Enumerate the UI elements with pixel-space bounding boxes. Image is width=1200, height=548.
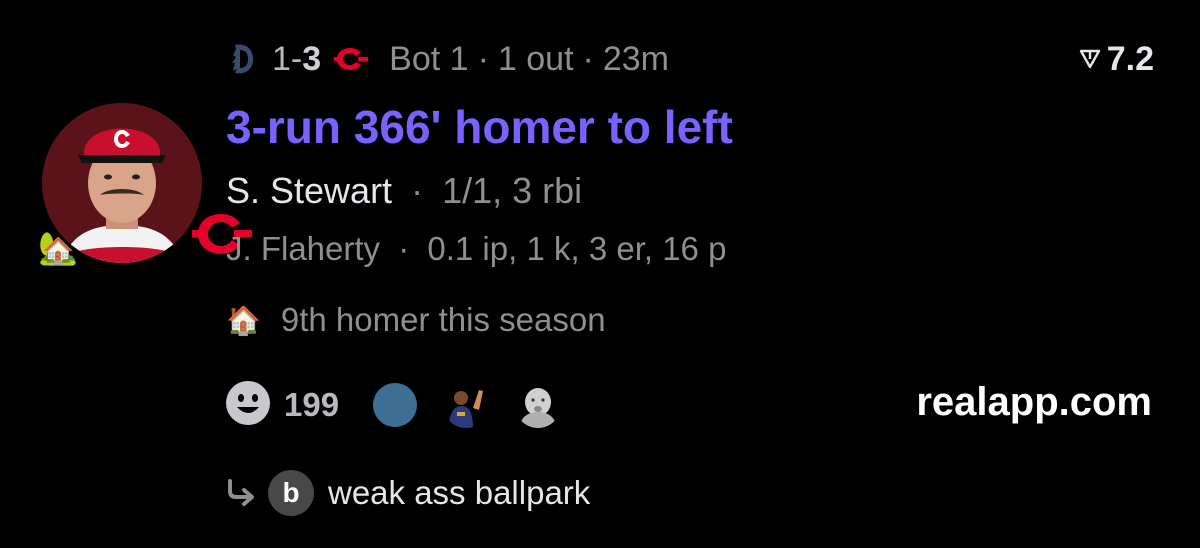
pitcher-stats: 0.1 ip, 1 k, 3 er, 16 p [427,230,727,267]
play-card[interactable]: 1-3 Bot 1 · 1 out · 23m 7.2 🏡 3-run 366'… [0,0,1200,548]
reply-arrow-icon [226,479,258,507]
play-title[interactable]: 3-run 366' homer to left [226,100,733,154]
reply-text[interactable]: weak ass ballpark [328,474,590,512]
baby-avatar[interactable] [515,382,562,428]
reply-avatar[interactable]: b [268,470,314,516]
separator: · [582,39,594,78]
house-icon: 🏠 [226,304,261,336]
pitcher-name[interactable]: J. Flaherty [226,230,380,267]
reds-c-logo-icon [333,44,369,74]
reactions-bar[interactable]: 199 [224,380,587,430]
season-note: 🏠 9th homer this season [226,301,606,339]
outs: 1 out [497,39,574,78]
blue-circle-avatar[interactable] [373,383,418,427]
separator: · [477,39,489,78]
batter-name[interactable]: S. Stewart [226,170,392,211]
waving-person-avatar[interactable] [443,382,490,428]
separator: · [411,170,424,211]
batter-stats: 1/1, 3 rbi [442,170,583,211]
rating-value: 7.2 [1106,39,1154,78]
time-ago: 23m [602,39,669,78]
house-with-garden-icon: 🏡 [38,230,78,266]
pitcher-line: J. Flaherty · 0.1 ip, 1 k, 3 er, 16 p [226,230,726,268]
note-text: 9th homer this season [280,301,606,338]
batter-line: S. Stewart · 1/1, 3 rbi [226,170,582,212]
game-header[interactable]: 1-3 Bot 1 · 1 out · 23m [228,36,669,82]
reaction-count[interactable]: 199 [284,386,339,424]
home-score: 3 [302,39,322,78]
triangle-flag-icon [1079,49,1101,69]
score-dash: - [290,39,303,78]
separator: · [398,230,410,267]
inning: Bot 1 [389,39,469,78]
reply-row[interactable]: b weak ass ballpark [226,468,590,518]
site-link[interactable]: realapp.com [916,380,1152,425]
game-score: 1-3 [272,40,321,79]
away-score: 1 [272,39,291,78]
play-rating[interactable]: 7.2 [1079,38,1154,80]
tigers-d-logo-icon [228,40,258,78]
smiley-face-icon[interactable] [224,379,272,432]
